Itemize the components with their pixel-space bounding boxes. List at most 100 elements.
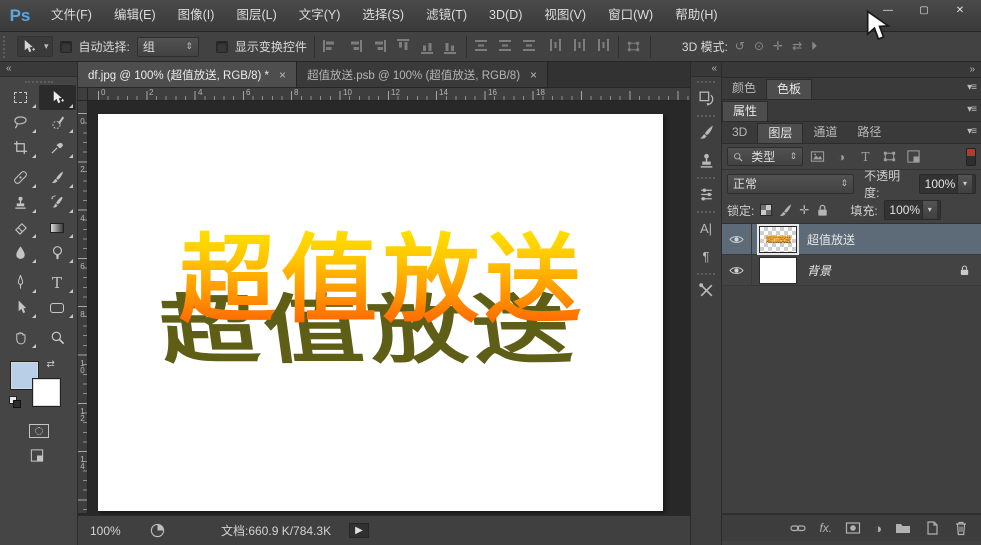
- rounded-rectangle-tool[interactable]: [39, 295, 76, 320]
- spot-healing-brush-tool[interactable]: [2, 165, 39, 190]
- brush-tool[interactable]: [39, 165, 76, 190]
- lock-pixels-icon[interactable]: [778, 203, 793, 218]
- distribute-vertical-centers-icon[interactable]: [498, 39, 515, 54]
- adjustments-panel-button[interactable]: [693, 181, 719, 207]
- panel-menu-icon[interactable]: ▾≡: [967, 82, 976, 93]
- dock-grip[interactable]: [697, 177, 715, 179]
- distribute-right-edges-icon[interactable]: [595, 38, 610, 55]
- blur-tool[interactable]: [2, 240, 39, 265]
- tool-presets-panel-button[interactable]: [693, 277, 719, 303]
- layer-thumbnail[interactable]: 超值放送: [759, 226, 797, 253]
- layer-row-selected[interactable]: 超值放送 超值放送: [722, 224, 981, 255]
- link-layers-button[interactable]: [790, 520, 806, 536]
- menu-file[interactable]: 文件(F): [40, 0, 103, 31]
- distribute-left-edges-icon[interactable]: [547, 38, 562, 55]
- tab-close-icon[interactable]: ×: [277, 68, 288, 82]
- add-layer-mask-button[interactable]: [845, 520, 861, 536]
- vertical-ruler[interactable]: 0 2 4 6 8 10 12 14: [78, 101, 88, 513]
- visibility-cell[interactable]: [722, 255, 752, 285]
- close-button[interactable]: ✕: [945, 3, 975, 20]
- new-group-button[interactable]: [895, 520, 911, 536]
- zoom-level-field[interactable]: 100%: [90, 524, 134, 538]
- eraser-tool[interactable]: [2, 215, 39, 240]
- rectangular-marquee-tool[interactable]: [2, 85, 39, 110]
- ruler-corner[interactable]: [78, 88, 88, 101]
- move-tool[interactable]: [39, 85, 76, 110]
- horizontal-ruler[interactable]: 0 2 4 6 8 10 12 14 16 18: [88, 88, 690, 101]
- menu-help[interactable]: 帮助(H): [664, 0, 728, 31]
- 3d-pan-icon[interactable]: ✛: [773, 39, 783, 54]
- filter-type-layers-button[interactable]: T: [856, 148, 875, 165]
- auto-select-dropdown[interactable]: 组 ⇕: [137, 37, 199, 57]
- layer-name[interactable]: 背景: [807, 262, 831, 279]
- paragraph-panel-button[interactable]: ¶: [693, 243, 719, 269]
- quick-mask-button[interactable]: [29, 424, 49, 438]
- history-panel-button[interactable]: [693, 85, 719, 111]
- dock-grip[interactable]: [697, 273, 715, 275]
- tab-properties[interactable]: 属性: [722, 101, 768, 121]
- clone-source-panel-button[interactable]: [693, 147, 719, 173]
- 3d-slide-icon[interactable]: ⇄: [792, 39, 802, 54]
- type-tool[interactable]: T: [39, 270, 76, 295]
- collapse-panels-icon[interactable]: »: [969, 64, 975, 75]
- path-selection-tool[interactable]: [2, 295, 39, 320]
- menu-filter[interactable]: 滤镜(T): [415, 0, 478, 31]
- fill-field[interactable]: 100% ▾: [884, 200, 941, 220]
- 3d-zoom-camera-icon[interactable]: ⏵: [811, 39, 817, 54]
- dodge-tool[interactable]: [39, 240, 76, 265]
- layer-filter-toggle[interactable]: [966, 148, 976, 166]
- background-color-swatch[interactable]: [33, 379, 60, 406]
- filter-adjustment-layers-button[interactable]: ◑: [832, 148, 851, 165]
- eyedropper-tool[interactable]: [39, 135, 76, 160]
- distribute-horizontal-centers-icon[interactable]: [571, 38, 586, 55]
- layer-style-button[interactable]: fx.: [819, 521, 832, 535]
- align-bottom-edges-icon[interactable]: [443, 38, 458, 55]
- align-top-edges-icon[interactable]: [395, 38, 410, 55]
- status-pie-icon[interactable]: [150, 523, 165, 538]
- brush-panel-button[interactable]: [693, 119, 719, 145]
- align-vertical-centers-icon[interactable]: [419, 38, 434, 55]
- dock-grip[interactable]: [697, 81, 715, 83]
- hand-tool[interactable]: [2, 325, 39, 350]
- filter-image-layers-button[interactable]: [808, 148, 827, 165]
- canvas[interactable]: 超值放送 超值放送: [98, 114, 663, 511]
- lock-position-icon[interactable]: ✛: [799, 203, 809, 217]
- lasso-tool[interactable]: [2, 110, 39, 135]
- zoom-tool[interactable]: [39, 325, 76, 350]
- auto-select-checkbox[interactable]: [60, 41, 72, 53]
- fill-dropdown-icon[interactable]: ▾: [922, 201, 937, 219]
- layer-name[interactable]: 超值放送: [807, 231, 855, 248]
- opacity-field[interactable]: 100% ▾: [919, 174, 976, 194]
- tab-swatches[interactable]: 色板: [766, 79, 812, 99]
- menu-layer[interactable]: 图层(L): [225, 0, 287, 31]
- align-left-edges-icon[interactable]: [322, 39, 339, 54]
- gradient-tool[interactable]: [39, 215, 76, 240]
- distribute-top-edges-icon[interactable]: [474, 39, 491, 54]
- menu-image[interactable]: 图像(I): [167, 0, 226, 31]
- menu-view[interactable]: 视图(V): [533, 0, 597, 31]
- opacity-dropdown-icon[interactable]: ▾: [957, 175, 972, 193]
- clone-stamp-tool[interactable]: [2, 190, 39, 215]
- screen-mode-button[interactable]: [29, 448, 49, 463]
- lock-all-icon[interactable]: [815, 203, 830, 218]
- delete-layer-button[interactable]: [953, 520, 969, 536]
- blend-mode-dropdown[interactable]: 正常 ⇕: [727, 174, 854, 194]
- swap-colors-icon[interactable]: ⇄: [47, 359, 55, 370]
- distribute-bottom-edges-icon[interactable]: [522, 39, 539, 54]
- status-menu-arrow[interactable]: ▶: [349, 523, 369, 538]
- default-colors-icon[interactable]: [9, 396, 21, 408]
- lock-transparency-icon[interactable]: [760, 204, 772, 216]
- layer-thumbnail[interactable]: [759, 257, 797, 284]
- quick-selection-tool[interactable]: [39, 110, 76, 135]
- filter-smart-objects-button[interactable]: [904, 148, 923, 165]
- tool-preset-picker[interactable]: ▾: [17, 36, 53, 57]
- filter-shape-layers-button[interactable]: [880, 148, 899, 165]
- panel-menu-icon[interactable]: ▾≡: [967, 104, 976, 115]
- pen-tool[interactable]: [2, 270, 39, 295]
- maximize-button[interactable]: ▢: [909, 3, 939, 20]
- crop-tool[interactable]: [2, 135, 39, 160]
- visibility-cell[interactable]: [722, 224, 752, 254]
- 3d-roll-icon[interactable]: ⊙: [754, 39, 764, 54]
- auto-align-layers-icon[interactable]: [626, 39, 643, 54]
- tab-channels[interactable]: 通道: [803, 123, 847, 143]
